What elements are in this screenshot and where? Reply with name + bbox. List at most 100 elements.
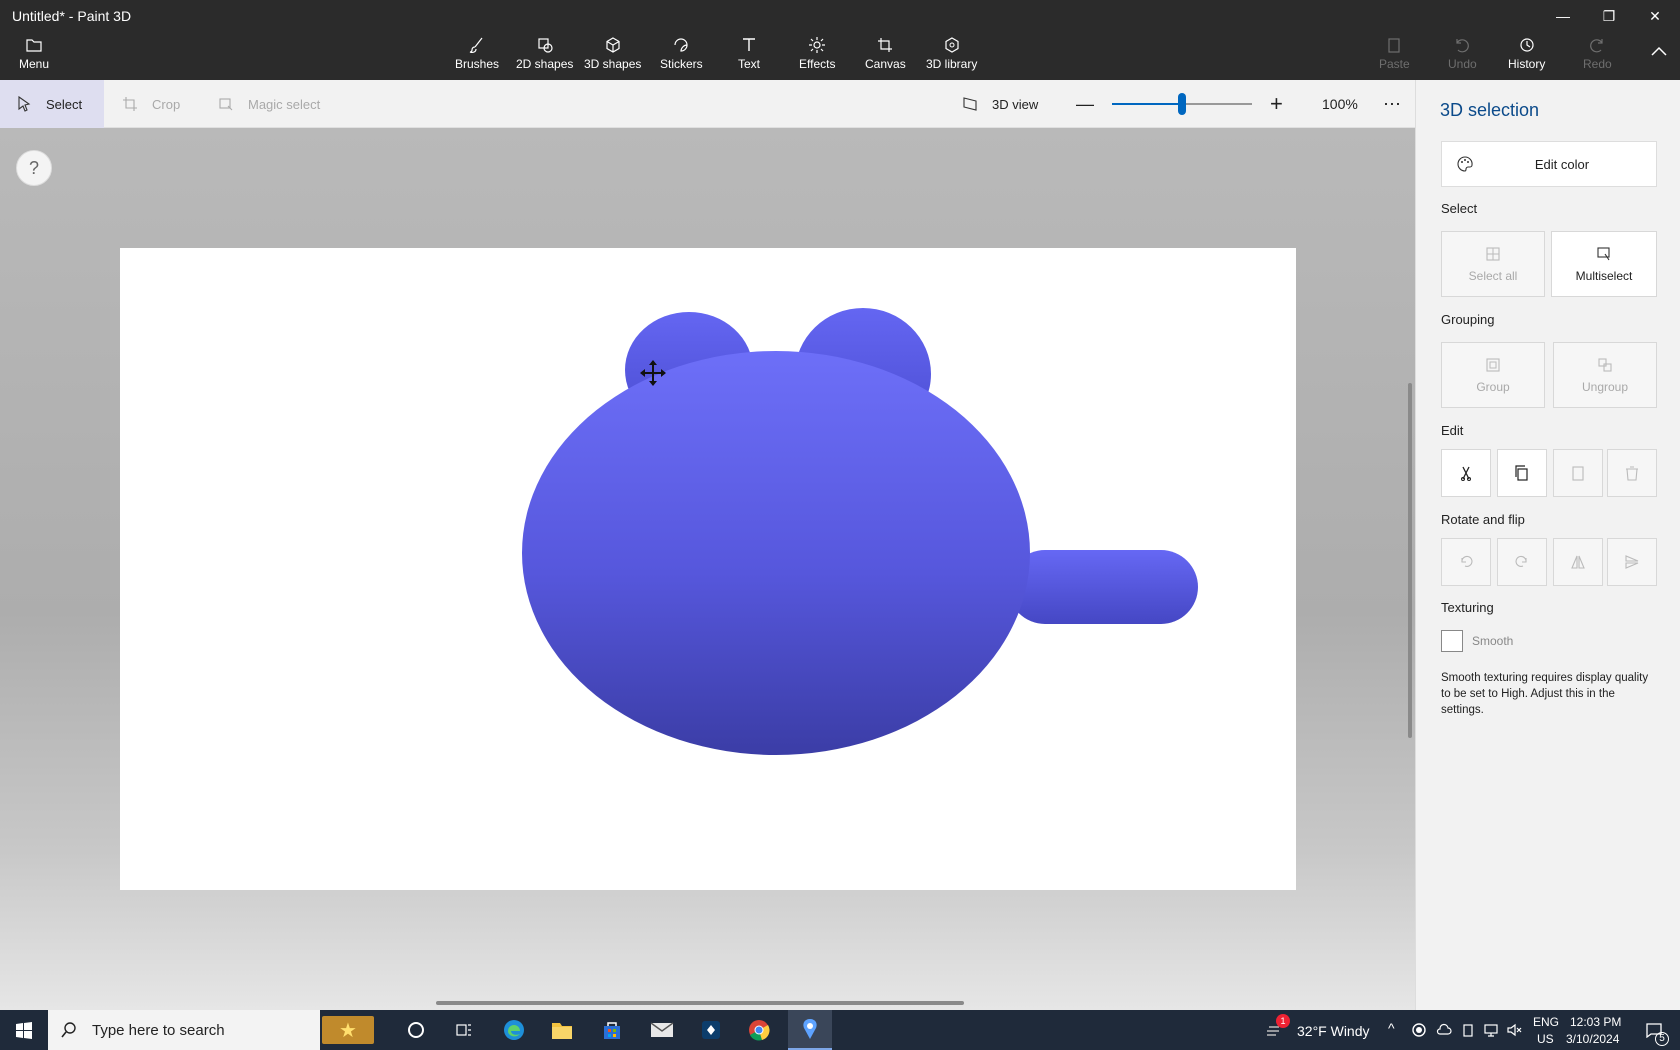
help-button[interactable]: ? — [16, 150, 52, 186]
title-bar: Untitled* - Paint 3D — ❐ ✕ Menu Brushes … — [0, 0, 1680, 80]
more-options-button[interactable]: ⋯ — [1383, 80, 1402, 128]
ungroup-button[interactable]: Ungroup — [1553, 342, 1657, 408]
3d-shapes-icon — [606, 37, 620, 53]
select-all-button[interactable]: Select all — [1441, 231, 1545, 297]
canvas-tool[interactable]: Canvas — [865, 36, 906, 76]
paste-panel-button[interactable] — [1553, 449, 1603, 497]
edit-color-button[interactable]: Edit color — [1441, 141, 1657, 187]
tool-label: Stickers — [660, 57, 703, 71]
3d-view-label: 3D view — [992, 96, 1039, 112]
weather-text[interactable]: 32°F Windy — [1297, 1023, 1370, 1039]
tool-label: Effects — [799, 57, 836, 71]
window-title: Untitled* - Paint 3D — [12, 8, 132, 24]
news-widget-icon[interactable]: ★ — [322, 1016, 374, 1044]
3d-model[interactable] — [120, 248, 1296, 890]
group-icon — [1486, 358, 1500, 372]
magic-select-tool[interactable]: Magic select — [218, 80, 320, 128]
menu-button[interactable]: Menu — [12, 36, 56, 76]
zoom-in-button[interactable]: + — [1270, 80, 1283, 128]
solitaire-icon[interactable] — [697, 1016, 725, 1044]
tool-label: Text — [738, 57, 761, 71]
redo-button[interactable]: Redo — [1583, 36, 1612, 76]
search-icon — [61, 1022, 76, 1038]
ungroup-label: Ungroup — [1581, 380, 1629, 394]
edit-color-label: Edit color — [1534, 156, 1590, 172]
rotate-right-button[interactable] — [1497, 538, 1547, 586]
flip-vertical-button[interactable] — [1607, 538, 1657, 586]
taskbar-search[interactable]: Type here to search — [48, 1010, 320, 1050]
zoom-slider-thumb[interactable] — [1178, 93, 1186, 115]
tool-label: 3D shapes — [584, 57, 642, 71]
close-button[interactable]: ✕ — [1632, 0, 1678, 32]
select-tool[interactable]: Select — [0, 80, 104, 128]
crop-label: Crop — [152, 96, 181, 112]
task-view-icon[interactable] — [450, 1016, 478, 1044]
clock-date[interactable]: 3/10/2024 — [1566, 1032, 1619, 1046]
3d-selection-panel: 3D selection Edit color Select Select al… — [1415, 80, 1680, 1010]
paint3d-taskbar-icon[interactable] — [788, 1010, 832, 1050]
zoom-out-button[interactable]: — — [1076, 80, 1094, 128]
store-icon[interactable] — [598, 1016, 626, 1044]
restore-button[interactable]: ❐ — [1586, 0, 1632, 32]
language-text[interactable]: ENG — [1533, 1015, 1559, 1029]
edit-section-title: Edit — [1441, 423, 1464, 438]
show-hidden-icons-chevron-icon[interactable]: ^ — [1388, 1020, 1395, 1036]
3d-view-icon — [963, 97, 977, 111]
clock-time[interactable]: 12:03 PM — [1570, 1015, 1621, 1029]
multiselect-button[interactable]: Multiselect — [1551, 231, 1657, 297]
chrome-icon[interactable] — [745, 1016, 773, 1044]
copy-button[interactable] — [1497, 449, 1547, 497]
cut-button[interactable] — [1441, 449, 1491, 497]
search-placeholder: Type here to search — [92, 1021, 225, 1039]
edge-browser-icon[interactable] — [500, 1016, 528, 1044]
tool-label: 2D shapes — [516, 57, 574, 71]
group-button[interactable]: Group — [1441, 342, 1545, 408]
volume-icon[interactable] — [1500, 1016, 1528, 1044]
ungroup-icon — [1598, 358, 1612, 372]
tool-label: History — [1508, 57, 1546, 71]
folder-icon — [26, 39, 42, 52]
history-button[interactable]: History — [1508, 36, 1545, 76]
zoom-percent[interactable]: 100% — [1322, 80, 1358, 128]
select-all-label: Select all — [1468, 269, 1518, 283]
horizontal-scrollbar[interactable] — [436, 1001, 964, 1005]
crop-tool[interactable]: Crop — [122, 80, 180, 128]
select-section-title: Select — [1441, 201, 1478, 216]
group-label: Group — [1476, 380, 1510, 394]
minimize-button[interactable]: — — [1540, 0, 1586, 32]
file-explorer-icon[interactable] — [548, 1016, 576, 1044]
text-icon — [743, 38, 755, 51]
2d-shapes-icon — [538, 38, 553, 53]
undo-button[interactable]: Undo — [1448, 36, 1477, 76]
workspace: ? — [0, 128, 1415, 1010]
stickers-tool[interactable]: Stickers — [660, 36, 703, 76]
text-tool[interactable]: Text — [738, 36, 760, 76]
mail-icon[interactable] — [648, 1016, 676, 1044]
flip-horizontal-button[interactable] — [1553, 538, 1603, 586]
palette-icon — [1457, 156, 1473, 172]
tool-label: Brushes — [455, 57, 500, 71]
tail-shape — [1008, 550, 1198, 624]
weather-badge: 1 — [1276, 1014, 1290, 1028]
delete-button[interactable] — [1607, 449, 1657, 497]
2d-shapes-tool[interactable]: 2D shapes — [516, 36, 573, 76]
region-text[interactable]: US — [1537, 1032, 1554, 1046]
flip-vertical-icon — [1625, 555, 1639, 569]
3d-library-tool[interactable]: 3D library — [926, 36, 977, 76]
drawing-canvas[interactable] — [120, 248, 1296, 890]
cortana-icon[interactable] — [402, 1016, 430, 1044]
smooth-checkbox[interactable] — [1441, 630, 1463, 652]
clipboard-icon — [1388, 38, 1400, 53]
3d-view-toggle[interactable]: 3D view — [962, 80, 1038, 128]
rotate-left-button[interactable] — [1441, 538, 1491, 586]
multiselect-icon — [1597, 247, 1610, 261]
effects-tool[interactable]: Effects — [799, 36, 835, 76]
record-icon[interactable] — [1405, 1016, 1433, 1044]
brushes-tool[interactable]: Brushes — [455, 36, 499, 76]
rotate-right-icon — [1515, 555, 1527, 567]
windows-start-icon[interactable] — [10, 1016, 38, 1044]
vertical-scrollbar[interactable] — [1408, 383, 1412, 738]
paste-button[interactable]: Paste — [1379, 36, 1410, 76]
collapse-chevron-icon[interactable] — [1650, 44, 1668, 62]
3d-shapes-tool[interactable]: 3D shapes — [584, 36, 641, 76]
